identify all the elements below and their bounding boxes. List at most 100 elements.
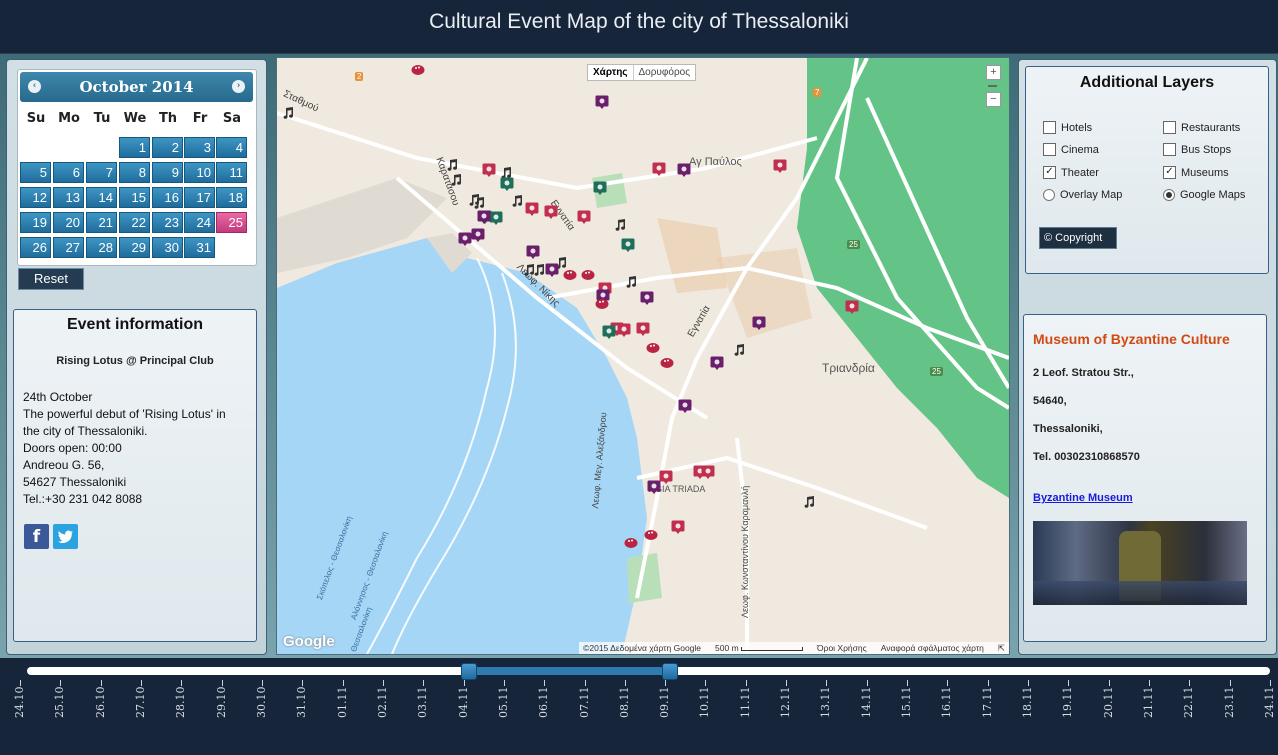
museum-pin-icon[interactable] — [471, 228, 485, 242]
music-note-icon[interactable] — [449, 173, 463, 187]
theater-pin-icon[interactable] — [845, 300, 859, 314]
radio-google-maps[interactable]: Google Maps — [1163, 189, 1245, 201]
museum-pin-icon[interactable] — [752, 316, 766, 330]
theater-pin-icon[interactable] — [577, 210, 591, 224]
calendar-day-13[interactable]: 13 — [53, 187, 84, 208]
next-month-icon[interactable]: › — [232, 80, 245, 93]
art-palette-icon[interactable] — [660, 356, 674, 370]
music-note-icon[interactable] — [281, 106, 295, 120]
museum-pin-icon[interactable] — [458, 232, 472, 246]
theater-pin-icon[interactable] — [659, 470, 673, 484]
art-palette-icon[interactable] — [644, 528, 658, 542]
museum-link[interactable]: Byzantine Museum — [1033, 492, 1133, 504]
facebook-icon[interactable]: f — [24, 524, 49, 549]
art-palette-icon[interactable] — [624, 536, 638, 550]
prev-month-icon[interactable]: ‹ — [28, 80, 41, 93]
museum-pin-icon[interactable] — [640, 291, 654, 305]
layer-museums[interactable]: ✓ Museums — [1163, 166, 1229, 179]
calendar-day-1[interactable]: 1 — [119, 137, 150, 158]
music-note-icon[interactable] — [510, 194, 524, 208]
calendar-day-23[interactable]: 23 — [152, 212, 183, 233]
calendar-day-27[interactable]: 27 — [53, 237, 84, 258]
museum-pin-icon[interactable] — [710, 356, 724, 370]
drama-masks-icon[interactable] — [602, 325, 616, 339]
museum-pin-icon[interactable] — [678, 399, 692, 413]
calendar-day-14[interactable]: 14 — [86, 187, 117, 208]
drama-masks-icon[interactable] — [593, 181, 607, 195]
music-note-icon[interactable] — [613, 218, 627, 232]
theater-pin-icon[interactable] — [525, 202, 539, 216]
theater-pin-icon[interactable] — [636, 322, 650, 336]
overlay-map-radio[interactable] — [1043, 189, 1055, 201]
music-note-icon[interactable] — [802, 495, 816, 509]
theater-checkbox[interactable]: ✓ — [1043, 166, 1056, 179]
calendar-day-19[interactable]: 19 — [20, 212, 51, 233]
art-palette-icon[interactable] — [411, 63, 425, 77]
museum-pin-icon[interactable] — [526, 245, 540, 259]
radio-overlay-map[interactable]: Overlay Map — [1043, 189, 1122, 201]
music-note-icon[interactable] — [522, 263, 536, 277]
museum-pin-icon[interactable] — [647, 480, 661, 494]
museums-checkbox[interactable]: ✓ — [1163, 166, 1176, 179]
drama-masks-icon[interactable] — [489, 211, 503, 225]
zoom-in-button[interactable]: + — [986, 65, 1001, 80]
calendar-day-29[interactable]: 29 — [119, 237, 150, 258]
calendar-day-18[interactable]: 18 — [216, 187, 247, 208]
twitter-icon[interactable] — [53, 524, 78, 549]
drama-masks-icon[interactable] — [500, 177, 514, 191]
theater-pin-icon[interactable] — [544, 205, 558, 219]
report-error-link[interactable]: Αναφορά σφάλματος χάρτη — [881, 642, 984, 654]
zoom-out-button[interactable]: − — [986, 92, 1001, 107]
theater-pin-icon[interactable] — [482, 163, 496, 177]
calendar-day-28[interactable]: 28 — [86, 237, 117, 258]
calendar-day-8[interactable]: 8 — [119, 162, 150, 183]
art-palette-icon[interactable] — [646, 341, 660, 355]
music-note-icon[interactable] — [445, 158, 459, 172]
calendar-day-17[interactable]: 17 — [184, 187, 215, 208]
theater-pin-icon[interactable] — [652, 162, 666, 176]
calendar-day-3[interactable]: 3 — [184, 137, 215, 158]
calendar-day-11[interactable]: 11 — [216, 162, 247, 183]
museum-pin-icon[interactable] — [545, 263, 559, 277]
restaurants-checkbox[interactable] — [1163, 121, 1176, 134]
museum-pin-icon[interactable] — [595, 95, 609, 109]
tab-satellite[interactable]: Δορυφόρος — [632, 65, 696, 80]
reset-button[interactable]: Reset — [18, 268, 84, 290]
calendar-day-12[interactable]: 12 — [20, 187, 51, 208]
art-palette-icon[interactable] — [581, 268, 595, 282]
copyright-button[interactable]: © Copyright — [1039, 227, 1117, 249]
art-palette-icon[interactable] — [595, 297, 609, 311]
bus-stops-checkbox[interactable] — [1163, 143, 1176, 156]
google-maps-radio[interactable] — [1163, 189, 1175, 201]
calendar-day-24[interactable]: 24 — [184, 212, 215, 233]
calendar-day-10[interactable]: 10 — [184, 162, 215, 183]
timeline-start-handle[interactable] — [461, 663, 477, 680]
music-note-icon[interactable] — [732, 343, 746, 357]
drama-masks-icon[interactable] — [621, 238, 635, 252]
hotels-checkbox[interactable] — [1043, 121, 1056, 134]
cinema-checkbox[interactable] — [1043, 143, 1056, 156]
tab-map[interactable]: Χάρτης — [588, 65, 633, 80]
calendar-day-21[interactable]: 21 — [86, 212, 117, 233]
calendar-day-2[interactable]: 2 — [152, 137, 183, 158]
calendar-day-31[interactable]: 31 — [184, 237, 215, 258]
calendar-day-7[interactable]: 7 — [86, 162, 117, 183]
theater-pin-icon[interactable] — [773, 159, 787, 173]
calendar-day-15[interactable]: 15 — [119, 187, 150, 208]
layer-bus-stops[interactable]: Bus Stops — [1163, 143, 1231, 156]
zoom-slider-handle[interactable] — [988, 85, 997, 87]
calendar-day-26[interactable]: 26 — [20, 237, 51, 258]
calendar-day-9[interactable]: 9 — [152, 162, 183, 183]
theater-pin-icon[interactable] — [617, 323, 631, 337]
layer-theater[interactable]: ✓ Theater — [1043, 166, 1099, 179]
zoom-slider[interactable] — [986, 82, 999, 90]
timeline-selected-range[interactable] — [468, 667, 670, 675]
map-view[interactable]: Αγ Παύλος Τριανδρία AGIA TRIADA Εγνατία … — [276, 57, 1010, 655]
theater-pin-icon[interactable] — [701, 465, 715, 479]
calendar-day-16[interactable]: 16 — [152, 187, 183, 208]
layer-restaurants[interactable]: Restaurants — [1163, 121, 1240, 134]
art-palette-icon[interactable] — [563, 268, 577, 282]
museum-photo[interactable] — [1033, 521, 1247, 605]
calendar-day-4[interactable]: 4 — [216, 137, 247, 158]
theater-pin-icon[interactable] — [671, 520, 685, 534]
